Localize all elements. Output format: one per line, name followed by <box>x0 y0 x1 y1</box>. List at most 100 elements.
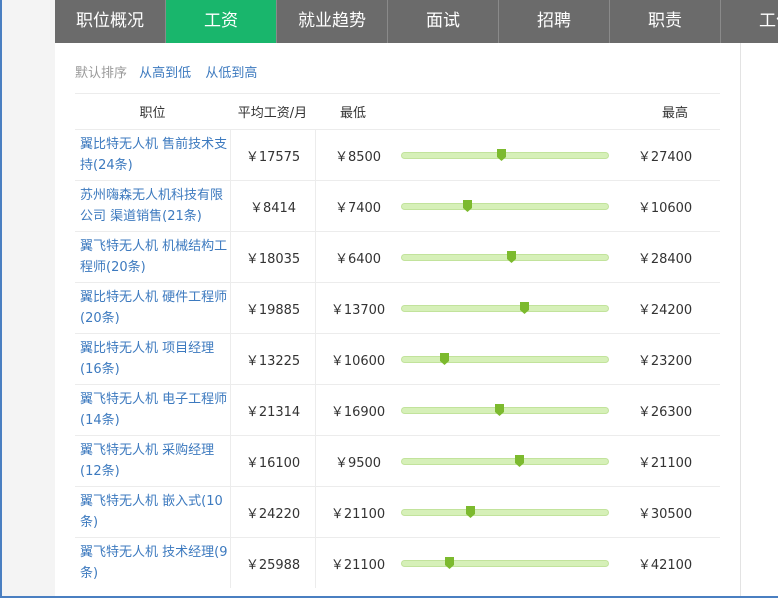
min-salary: ￥8500 <box>315 130 400 180</box>
header-position: 职位 <box>139 106 166 121</box>
min-salary: ￥10600 <box>315 334 400 384</box>
table-row: 翼飞特无人机 嵌入式(10条) ￥24220 ￥21100 ￥30500 <box>75 486 720 537</box>
tab-6[interactable]: 工作 <box>721 0 778 43</box>
header-avg: 平均工资/月 <box>237 106 308 121</box>
range-track <box>401 458 609 465</box>
avg-marker-icon <box>507 251 516 263</box>
tab-3[interactable]: 面试 <box>388 0 499 43</box>
position-cell: 苏州嗨森无人机科技有限公司 渠道销售(21条) <box>75 181 230 231</box>
avg-salary: ￥25988 <box>230 538 315 588</box>
tab-4[interactable]: 招聘 <box>499 0 610 43</box>
range-track <box>401 407 609 414</box>
avg-marker-icon <box>440 353 450 365</box>
min-salary: ￥21100 <box>315 487 400 537</box>
position-cell: 翼飞特无人机 电子工程师(14条) <box>75 385 230 435</box>
table-row: 翼比特无人机 售前技术支持(24条) ￥17575 ￥8500 ￥27400 <box>75 129 720 180</box>
max-salary: ￥28400 <box>637 251 693 267</box>
position-cell: 翼飞特无人机 技术经理(9条) <box>75 538 230 588</box>
avg-salary: ￥19885 <box>230 283 315 333</box>
avg-marker-icon <box>496 149 506 161</box>
job-title-link[interactable]: 翼飞特无人机 采购经理(12条) <box>80 440 230 482</box>
salary-range-bar <box>400 385 610 435</box>
range-track <box>401 356 609 363</box>
avg-salary: ￥18035 <box>230 232 315 282</box>
salary-range-bar <box>400 283 610 333</box>
range-track <box>401 560 609 567</box>
avg-marker-icon <box>462 200 472 212</box>
salary-range-bar <box>400 130 610 180</box>
range-track <box>401 305 609 312</box>
salary-panel: 默认排序 从高到低 从低到高 职位 平均工资/月 最低 最高 翼比特无人机 售前… <box>55 43 741 596</box>
max-salary: ￥23200 <box>637 353 693 369</box>
avg-marker-icon <box>515 455 525 467</box>
range-track <box>401 254 609 261</box>
header-min: 最低 <box>340 106 367 121</box>
range-track <box>401 203 609 210</box>
max-salary: ￥21100 <box>637 455 693 471</box>
job-title-link[interactable]: 翼飞特无人机 电子工程师(14条) <box>80 389 230 431</box>
avg-salary: ￥8414 <box>230 181 315 231</box>
avg-salary: ￥17575 <box>230 130 315 180</box>
header-max: 最高 <box>661 106 688 121</box>
avg-salary: ￥24220 <box>230 487 315 537</box>
table-row: 翼飞特无人机 技术经理(9条) ￥25988 ￥21100 ￥42100 <box>75 537 720 588</box>
table-body: 翼比特无人机 售前技术支持(24条) ￥17575 ￥8500 ￥27400 苏州嗨森无… <box>75 129 720 588</box>
table-row: 翼飞特无人机 电子工程师(14条) ￥21314 ￥16900 ￥26300 <box>75 384 720 435</box>
max-salary: ￥42100 <box>637 557 693 573</box>
avg-marker-icon <box>519 302 529 314</box>
table-row: 翼飞特无人机 机械结构工程师(20条) ￥18035 ￥6400 ￥28400 <box>75 231 720 282</box>
position-cell: 翼比特无人机 项目经理(16条) <box>75 334 230 384</box>
min-salary: ￥13700 <box>315 283 400 333</box>
min-salary: ￥21100 <box>315 538 400 588</box>
avg-marker-icon <box>466 506 476 518</box>
salary-range-bar <box>400 181 610 231</box>
table-row: 苏州嗨森无人机科技有限公司 渠道销售(21条) ￥8414 ￥7400 ￥10600 <box>75 180 720 231</box>
tab-1[interactable]: 工资 <box>166 0 277 43</box>
job-title-link[interactable]: 翼飞特无人机 机械结构工程师(20条) <box>80 236 230 278</box>
salary-range-bar <box>400 538 610 588</box>
salary-table: 职位 平均工资/月 最低 最高 翼比特无人机 售前技术支持(24条) ￥17575… <box>75 93 720 588</box>
avg-marker-icon <box>445 557 455 569</box>
max-salary: ￥10600 <box>637 200 693 216</box>
job-title-link[interactable]: 翼比特无人机 项目经理(16条) <box>80 338 230 380</box>
tab-2[interactable]: 就业趋势 <box>277 0 388 43</box>
tab-0[interactable]: 职位概况 <box>55 0 166 43</box>
tab-5[interactable]: 职责 <box>610 0 721 43</box>
table-header: 职位 平均工资/月 最低 最高 <box>75 93 720 129</box>
salary-range-bar <box>400 334 610 384</box>
job-title-link[interactable]: 翼比特无人机 硬件工程师(20条) <box>80 287 230 329</box>
table-row: 翼比特无人机 项目经理(16条) ￥13225 ￥10600 ￥23200 <box>75 333 720 384</box>
min-salary: ￥6400 <box>315 232 400 282</box>
sort-high-to-low-link[interactable]: 从高到低 <box>139 66 191 81</box>
max-salary: ￥24200 <box>637 302 693 318</box>
range-track <box>401 509 609 516</box>
max-salary: ￥26300 <box>637 404 693 420</box>
min-salary: ￥7400 <box>315 181 400 231</box>
avg-marker-icon <box>494 404 504 416</box>
position-cell: 翼飞特无人机 嵌入式(10条) <box>75 487 230 537</box>
left-gutter <box>2 0 55 596</box>
table-row: 翼飞特无人机 采购经理(12条) ￥16100 ￥9500 ￥21100 <box>75 435 720 486</box>
job-title-link[interactable]: 翼飞特无人机 嵌入式(10条) <box>80 491 230 533</box>
job-title-link[interactable]: 翼比特无人机 售前技术支持(24条) <box>80 134 230 176</box>
max-salary: ￥27400 <box>637 149 693 165</box>
max-salary: ￥30500 <box>637 506 693 522</box>
job-title-link[interactable]: 翼飞特无人机 技术经理(9条) <box>80 542 230 584</box>
salary-range-bar <box>400 487 610 537</box>
table-row: 翼比特无人机 硬件工程师(20条) ￥19885 ￥13700 ￥24200 <box>75 282 720 333</box>
sort-default-label: 默认排序 <box>75 66 128 81</box>
min-salary: ￥9500 <box>315 436 400 486</box>
salary-range-bar <box>400 436 610 486</box>
job-title-link[interactable]: 苏州嗨森无人机科技有限公司 渠道销售(21条) <box>80 185 230 227</box>
avg-salary: ￥13225 <box>230 334 315 384</box>
avg-salary: ￥16100 <box>230 436 315 486</box>
min-salary: ￥16900 <box>315 385 400 435</box>
right-gutter <box>741 43 778 596</box>
tab-bar: 职位概况工资就业趋势面试招聘职责工作 <box>55 0 778 43</box>
avg-salary: ￥21314 <box>230 385 315 435</box>
header-range <box>400 94 610 129</box>
position-cell: 翼飞特无人机 机械结构工程师(20条) <box>75 232 230 282</box>
sort-low-to-high-link[interactable]: 从低到高 <box>205 66 257 81</box>
salary-range-bar <box>400 232 610 282</box>
sort-bar: 默认排序 从高到低 从低到高 <box>75 62 267 81</box>
